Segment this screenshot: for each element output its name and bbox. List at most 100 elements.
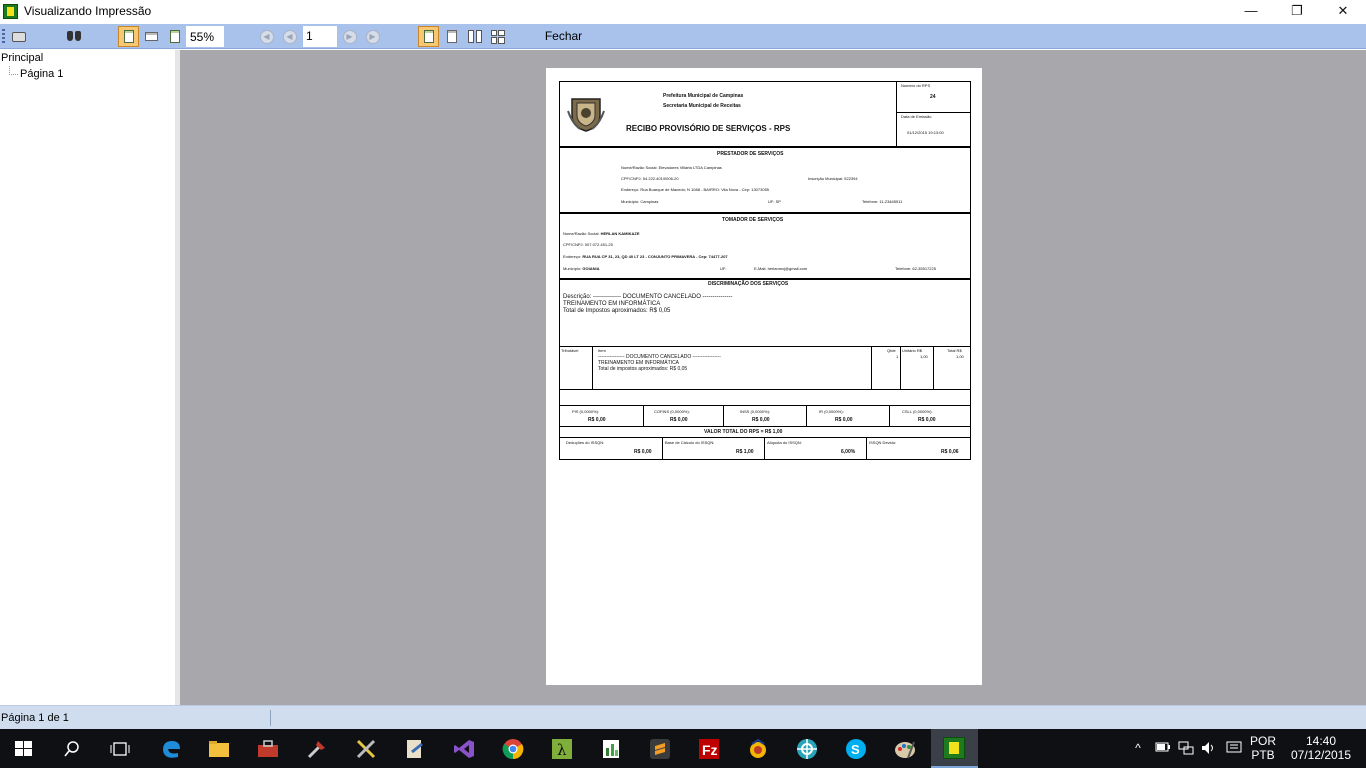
paint-app-icon[interactable] — [891, 735, 918, 762]
language-indicator[interactable]: POR PTB — [1248, 729, 1278, 768]
file-explorer-icon[interactable] — [205, 735, 232, 762]
issqn-divider-1 — [662, 437, 663, 460]
chevron-up-icon[interactable]: ^ — [1130, 741, 1146, 755]
visual-studio-icon[interactable] — [450, 735, 477, 762]
page-status: Página 1 de 1 — [1, 712, 69, 724]
status-bar: Página 1 de 1 — [0, 705, 1366, 729]
items-header-total: Total R$ — [947, 348, 962, 353]
prev-page-button[interactable]: ◀ — [279, 26, 300, 47]
tax-cofins-label: COFINS (0,0000%): — [654, 409, 690, 414]
header-divider — [896, 81, 897, 147]
notifications-icon[interactable] — [1226, 741, 1242, 755]
department-name: Secretaria Municipal de Receitas — [663, 103, 741, 109]
single-page-button[interactable] — [418, 26, 439, 47]
spreadsheet-app-icon[interactable] — [597, 735, 624, 762]
toolbar-grip[interactable] — [2, 29, 5, 44]
provider-address-label: Endereço: — [621, 187, 640, 192]
svg-text:Fz: Fz — [702, 742, 718, 758]
filezilla-icon[interactable]: Fz — [695, 735, 722, 762]
toolbox-app-icon[interactable] — [254, 735, 281, 762]
tax-csll-label: CSLL (0,0000%): — [902, 409, 933, 414]
issqn-rate-value: 6,00% — [841, 449, 856, 455]
tax-ir-value: R$ 0,00 — [835, 417, 853, 423]
items-col-divider-4 — [933, 346, 934, 390]
item-unit: 1,00 — [920, 354, 928, 359]
customer-uf-label: UF: — [720, 266, 727, 271]
total-value: VALOR TOTAL DO RPS = R$ 1,00 — [704, 429, 783, 435]
database-app-icon[interactable] — [744, 735, 771, 762]
provider-uf-label: UF: — [768, 199, 775, 204]
page-number-input[interactable]: 1 — [303, 26, 337, 47]
document-app-icon[interactable] — [401, 735, 428, 762]
two-pages-button[interactable] — [464, 26, 485, 47]
city-name: Prefeitura Municipal de Campinas — [663, 93, 744, 99]
minimize-button[interactable]: — — [1228, 0, 1274, 24]
first-page-button[interactable]: ◀ — [256, 26, 277, 47]
title-bar: Visualizando Impressão — ❐ ✕ — [0, 0, 1366, 24]
item-qty: 1 — [896, 354, 899, 359]
network-icon[interactable] — [1178, 741, 1194, 755]
preview-area[interactable]: Prefeitura Municipal de Campinas Secreta… — [180, 50, 1366, 705]
four-pages-button[interactable] — [487, 26, 508, 47]
issqn-base-value: R$ 1,00 — [736, 449, 754, 455]
customer-city: GOIANIA — [582, 266, 600, 271]
last-page-button[interactable]: ▶ — [362, 26, 383, 47]
provider-cnpj-label: CPF/CNPJ: — [621, 176, 642, 181]
issqn-due-value: R$ 0,06 — [941, 449, 959, 455]
actual-size-button[interactable] — [164, 26, 185, 47]
fechar-button[interactable]: Fechar — [540, 26, 587, 47]
sublime-text-icon[interactable] — [646, 735, 673, 762]
next-page-icon: ▶ — [342, 29, 357, 44]
customer-address: RUA RUA CP 31, 23, QD 40 LT 23 - CONJUNT… — [582, 254, 728, 259]
continuous-page-button[interactable] — [441, 26, 462, 47]
start-windows-icon[interactable] — [15, 741, 32, 756]
customer-address-label: Endereço: — [563, 254, 582, 259]
tax-divider-3 — [806, 405, 807, 427]
find-button[interactable] — [63, 26, 84, 47]
edge-browser-icon[interactable] — [157, 735, 184, 762]
zoom-select[interactable]: 55% — [186, 26, 224, 47]
network-app-icon[interactable] — [793, 735, 820, 762]
provider-city: Campinas — [640, 199, 659, 204]
chrome-browser-icon[interactable] — [499, 735, 526, 762]
items-header-unit: Unitário R$ — [902, 348, 923, 353]
tree-root-principal[interactable]: Principal — [1, 52, 43, 64]
services-title: DISCRIMINAÇÃO DOS SERVIÇOS — [708, 281, 789, 287]
single-page-icon — [423, 30, 434, 43]
print-button[interactable] — [8, 26, 29, 47]
lambda-app-icon[interactable]: λ — [548, 735, 575, 762]
tax-inss-value: R$ 0,00 — [752, 417, 770, 423]
whole-page-button[interactable] — [118, 26, 139, 47]
tree-item-pagina-1[interactable]: Página 1 — [20, 68, 63, 80]
task-view-icon[interactable] — [106, 735, 133, 762]
tax-pis-value: R$ 0,00 — [588, 417, 606, 423]
maximize-button[interactable]: ❐ — [1274, 0, 1320, 24]
report-viewer-taskbar-button[interactable] — [931, 729, 978, 768]
page-width-button[interactable] — [141, 26, 162, 47]
provider-name-label: Nome/Razão Social: — [621, 165, 658, 170]
customer-name: HERLAN KAMIKAZE — [600, 231, 640, 236]
tax-divider-4 — [889, 405, 890, 427]
skype-icon[interactable]: S — [842, 735, 869, 762]
battery-icon[interactable] — [1155, 741, 1171, 755]
clock-time: 14:40 — [1305, 734, 1337, 748]
provider-name: Elevadores Villarta LTDA Campinas — [658, 165, 722, 170]
tax-divider-1 — [643, 405, 644, 427]
search-icon[interactable] — [58, 735, 85, 762]
volume-icon[interactable] — [1201, 741, 1217, 755]
tools-app-icon[interactable] — [303, 735, 330, 762]
svg-text:S: S — [851, 742, 860, 757]
close-window-button[interactable]: ✕ — [1320, 0, 1366, 24]
report-viewer-icon — [943, 737, 965, 759]
next-page-button[interactable]: ▶ — [339, 26, 360, 47]
customer-cnpj-label: CPF/CNPJ: — [563, 242, 584, 247]
customer-email-label: E-Mail: — [754, 266, 767, 271]
customer-phone-label: Telefone: — [895, 266, 912, 271]
customer-email: herlanmxj@gmail.com — [767, 266, 808, 271]
issqn-base-label: Base de Cálculo do ISSQN: — [665, 440, 715, 445]
items-col-divider-3 — [900, 346, 901, 390]
developer-tools-icon[interactable] — [352, 735, 379, 762]
page-width-icon — [145, 32, 158, 41]
continuous-page-icon — [446, 30, 457, 43]
clock[interactable]: 14:40 07/12/2015 — [1288, 729, 1354, 768]
